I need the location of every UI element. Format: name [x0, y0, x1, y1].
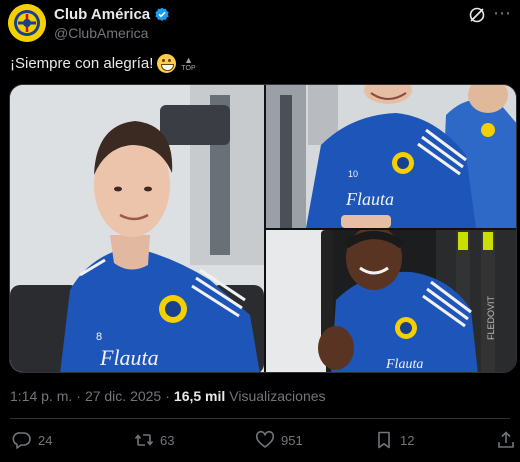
grinning-emoji-icon	[157, 54, 177, 73]
svg-text:10: 10	[348, 169, 358, 179]
name-row: Club América	[54, 6, 170, 23]
views-count: 16,5 mil	[173, 388, 226, 404]
divider	[10, 418, 510, 419]
club-america-crest-icon[interactable]	[8, 4, 46, 42]
share-icon	[496, 430, 516, 450]
bookmark-button[interactable]: 12	[374, 430, 414, 450]
repost-icon	[134, 430, 154, 450]
photo-player-left[interactable]: Flauta 8	[10, 85, 264, 372]
post-time[interactable]: 1:14 p. m.	[10, 388, 72, 404]
action-bar: 24 63 951 12	[12, 430, 514, 452]
photo-player-top-right[interactable]: Flauta 10	[266, 85, 516, 228]
svg-text:Flauta: Flauta	[385, 357, 423, 372]
svg-text:Flauta: Flauta	[345, 189, 394, 209]
like-count: 951	[281, 432, 303, 448]
reply-icon	[12, 430, 32, 450]
top-emoji-icon: ▲ TOP	[181, 54, 196, 72]
post-text-content: ¡Siempre con alegría!	[10, 55, 154, 72]
repost-button[interactable]: 63	[134, 430, 174, 450]
meta-separator: ·	[76, 388, 81, 404]
media-grid: Flauta 8 Flauta 10 FLEDOVIT Flauta	[9, 84, 517, 373]
photo-player-bottom-right[interactable]: FLEDOVIT Flauta	[266, 230, 516, 372]
meta-separator: ·	[165, 388, 170, 404]
svg-text:8: 8	[96, 331, 102, 343]
post-header: Club América @ClubAmerica ⋯	[8, 4, 512, 44]
grok-icon[interactable]	[468, 6, 486, 24]
like-icon	[255, 430, 275, 450]
post-meta: 1:14 p. m. · 27 dic. 2025 · 16,5 mil Vis…	[10, 388, 326, 404]
handle[interactable]: @ClubAmerica	[54, 25, 148, 41]
more-icon[interactable]: ⋯	[492, 4, 512, 24]
bookmark-count: 12	[400, 432, 415, 448]
share-button[interactable]	[496, 430, 516, 450]
reply-count: 24	[38, 432, 53, 448]
repost-count: 63	[160, 432, 175, 448]
svg-text:Flauta: Flauta	[99, 345, 159, 370]
verified-badge-icon	[154, 7, 170, 23]
reply-button[interactable]: 24	[12, 430, 52, 450]
svg-text:FLEDOVIT: FLEDOVIT	[486, 295, 496, 340]
post-text: ¡Siempre con alegría! ▲ TOP	[10, 54, 196, 73]
display-name[interactable]: Club América	[54, 6, 150, 23]
like-button[interactable]: 951	[255, 430, 303, 450]
views-label: Visualizaciones	[229, 388, 326, 404]
post-date[interactable]: 27 dic. 2025	[85, 388, 161, 404]
bookmark-icon	[374, 430, 394, 450]
